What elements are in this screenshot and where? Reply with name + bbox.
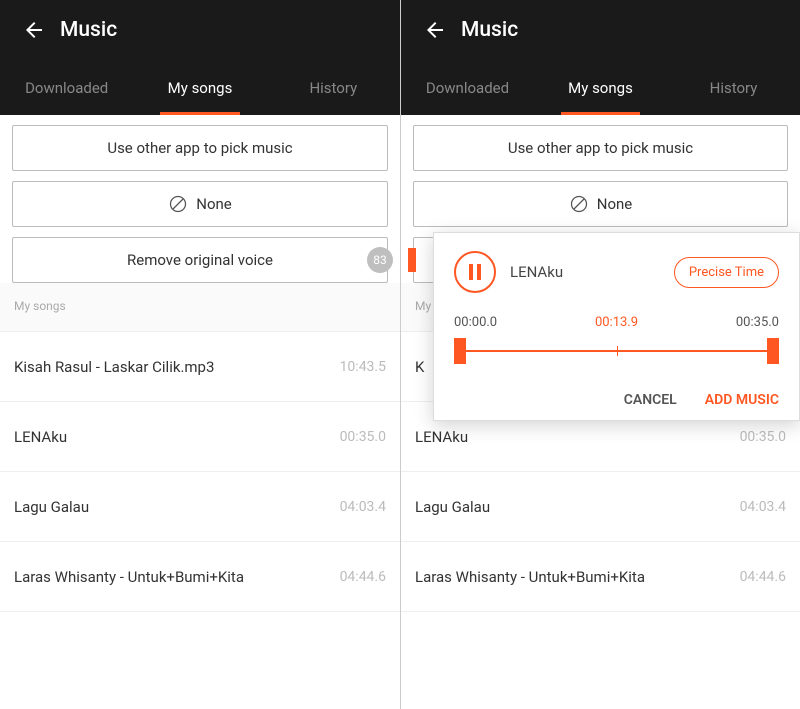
song-duration: 04:44.6	[340, 569, 386, 585]
song-duration: 00:35.0	[740, 429, 786, 445]
song-duration: 04:03.4	[740, 499, 786, 515]
time-labels: 00:00.0 00:13.9 00:35.0	[454, 315, 779, 330]
song-row[interactable]: Lagu Galau 04:03.4	[0, 472, 400, 542]
song-title: Laras Whisanty - Untuk+Bumi+Kita	[14, 568, 244, 586]
none-button[interactable]: None	[12, 181, 388, 227]
song-duration: 04:44.6	[740, 569, 786, 585]
song-title: Lagu Galau	[415, 498, 490, 516]
page-title: Music	[461, 18, 518, 42]
screen-left: Music Downloaded My songs History Use ot…	[0, 0, 400, 709]
song-duration: 04:03.4	[340, 499, 386, 515]
remove-voice-button[interactable]: Remove original voice 83	[12, 237, 388, 283]
tab-my-songs[interactable]: My songs	[534, 60, 667, 115]
add-music-button[interactable]: ADD MUSIC	[705, 392, 779, 408]
cancel-button[interactable]: CANCEL	[624, 392, 677, 408]
pick-other-app-button[interactable]: Use other app to pick music	[12, 125, 388, 171]
time-current: 00:13.9	[595, 315, 638, 330]
toggle-indicator	[408, 248, 416, 272]
section-label: My songs	[0, 283, 400, 332]
trim-popup: LENAku Precise Time 00:00.0 00:13.9 00:3…	[433, 232, 800, 421]
tab-downloaded[interactable]: Downloaded	[401, 60, 534, 115]
button-label: Remove original voice	[127, 251, 273, 269]
song-title: Laras Whisanty - Untuk+Bumi+Kita	[415, 568, 645, 586]
song-title: Lagu Galau	[14, 498, 89, 516]
popup-song-title: LENAku	[510, 263, 660, 281]
screen-right: Music Downloaded My songs History Use ot…	[400, 0, 800, 709]
tabs: Downloaded My songs History	[401, 60, 800, 115]
precise-time-button[interactable]: Precise Time	[674, 257, 779, 288]
button-label: None	[196, 195, 232, 213]
song-row[interactable]: Lagu Galau 04:03.4	[401, 472, 800, 542]
song-row[interactable]: Kisah Rasul - Laskar Cilik.mp3 10:43.5	[0, 332, 400, 402]
time-start: 00:00.0	[454, 315, 497, 330]
none-icon	[569, 194, 589, 214]
slider-handle-start[interactable]	[454, 338, 466, 364]
pick-other-app-button[interactable]: Use other app to pick music	[413, 125, 788, 171]
arrow-left-icon	[423, 18, 447, 42]
button-label: None	[597, 195, 633, 213]
button-label: Use other app to pick music	[107, 139, 292, 157]
header: Music Downloaded My songs History	[0, 0, 400, 115]
song-row[interactable]: LENAku 00:35.0	[0, 402, 400, 472]
button-label: Use other app to pick music	[508, 139, 693, 157]
song-title: LENAku	[415, 428, 468, 446]
slider-handle-end[interactable]	[767, 338, 779, 364]
back-button[interactable]	[12, 8, 56, 52]
tab-history[interactable]: History	[667, 60, 800, 115]
pause-icon	[469, 264, 481, 280]
song-title: K	[415, 358, 424, 376]
back-button[interactable]	[413, 8, 457, 52]
trim-slider[interactable]	[454, 336, 779, 366]
song-duration: 10:43.5	[340, 359, 386, 375]
time-end: 00:35.0	[736, 315, 779, 330]
song-title: LENAku	[14, 428, 67, 446]
none-button[interactable]: None	[413, 181, 788, 227]
slider-midmark	[617, 346, 618, 356]
badge: 83	[367, 247, 393, 273]
song-title: Kisah Rasul - Laskar Cilik.mp3	[14, 358, 214, 376]
header: Music Downloaded My songs History	[401, 0, 800, 115]
song-duration: 00:35.0	[340, 429, 386, 445]
song-row[interactable]: Laras Whisanty - Untuk+Bumi+Kita 04:44.6	[0, 542, 400, 612]
arrow-left-icon	[22, 18, 46, 42]
content: Use other app to pick music None Remove …	[0, 115, 400, 612]
song-row[interactable]: Laras Whisanty - Untuk+Bumi+Kita 04:44.6	[401, 542, 800, 612]
tab-history[interactable]: History	[267, 60, 400, 115]
tab-my-songs[interactable]: My songs	[133, 60, 266, 115]
tab-downloaded[interactable]: Downloaded	[0, 60, 133, 115]
page-title: Music	[60, 18, 117, 42]
pause-button[interactable]	[454, 251, 496, 293]
none-icon	[168, 194, 188, 214]
tabs: Downloaded My songs History	[0, 60, 400, 115]
